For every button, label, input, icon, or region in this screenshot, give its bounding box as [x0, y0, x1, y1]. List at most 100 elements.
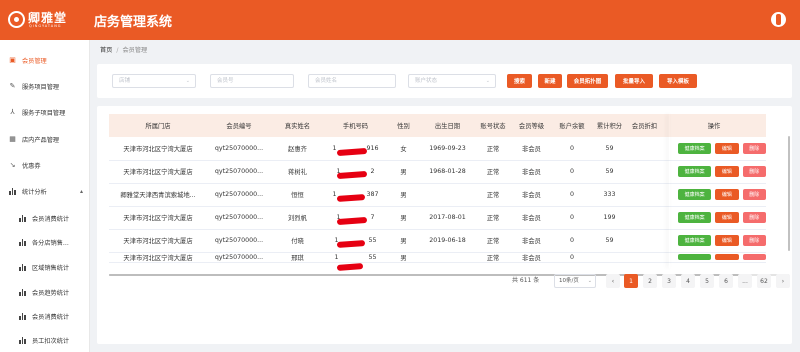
- member-graph-button[interactable]: 会员拓扑图: [567, 74, 608, 88]
- sidebar-item-member-consumption-stats-2[interactable]: 会员消费统计: [0, 306, 90, 326]
- cell-points: 59: [592, 160, 627, 184]
- page-button-5[interactable]: 5: [700, 274, 714, 288]
- delete-button[interactable]: 删除: [742, 212, 766, 223]
- edit-button[interactable]: 编辑: [715, 235, 739, 246]
- sidebar-item-label: 优惠券: [22, 162, 41, 170]
- sidebar-item-label: 服务子项目管理: [22, 109, 66, 117]
- cell-balance: 0: [552, 206, 592, 230]
- bar-chart-icon: [18, 312, 27, 321]
- bar-chart-icon: [18, 288, 27, 297]
- store-select[interactable]: 店铺 ⌄: [112, 74, 196, 88]
- page-ellipsis[interactable]: ...: [738, 274, 752, 288]
- cell-store: 卿雅堂天津西青滨索城地...: [109, 183, 207, 207]
- column-header: 账号状态: [475, 114, 511, 137]
- health-record-button[interactable]: [678, 254, 712, 260]
- cell-name: 蒋树礼: [271, 160, 324, 184]
- cell-member-no: qyt25070000...: [207, 183, 271, 207]
- health-record-button[interactable]: 健康档案: [678, 235, 712, 246]
- edit-button[interactable]: 编辑: [715, 166, 739, 177]
- cell-member-no: qyt25070000...: [207, 160, 271, 184]
- breadcrumb-home[interactable]: 首页: [100, 47, 112, 54]
- member-no-input[interactable]: 会员号: [210, 74, 294, 88]
- prev-page-button[interactable]: ‹: [606, 274, 620, 288]
- sidebar-item-member-management[interactable]: ▣ 会员管理: [0, 50, 90, 70]
- page-size-select[interactable]: 10条/页 ⌄: [554, 274, 596, 288]
- page-button-2[interactable]: 2: [643, 274, 657, 288]
- column-header: 会员折扣: [627, 114, 662, 137]
- column-header: 所属门店: [109, 114, 207, 137]
- sidebar-item-label: 服务项目管理: [22, 83, 60, 91]
- health-record-button[interactable]: 健康档案: [678, 189, 712, 200]
- phone-redaction-mark: [336, 263, 364, 271]
- cell-actions: 健康档案 编辑 删除: [662, 206, 766, 230]
- cell-actions: 健康档案 编辑 删除: [662, 183, 766, 207]
- member-name-placeholder: 会员姓名: [315, 78, 338, 84]
- health-record-button[interactable]: 健康档案: [678, 166, 712, 177]
- cell-discount: [627, 252, 662, 263]
- cell-actions: 健康档案 编辑 删除: [662, 229, 766, 253]
- cell-points: 59: [592, 137, 627, 161]
- sidebar-item-service-projects[interactable]: ✎ 服务项目管理: [0, 76, 90, 96]
- delete-button[interactable]: 删除: [742, 166, 766, 177]
- sidebar-item-store-products[interactable]: ▦ 店内产品管理: [0, 129, 90, 149]
- sidebar-item-label: 各分店销售...: [32, 239, 69, 247]
- table-row[interactable]: 卿雅堂天津西青滨索城地... qyt25070000... 恒恒 1 387 男 …: [109, 183, 766, 207]
- column-header: 真实姓名: [271, 114, 324, 137]
- member-name-input[interactable]: 会员姓名: [308, 74, 396, 88]
- user-avatar[interactable]: [771, 12, 786, 27]
- sidebar-item-coupons[interactable]: ↘ 优惠券: [0, 155, 90, 175]
- delete-button[interactable]: 删除: [742, 142, 766, 154]
- column-header: 会员等级: [511, 114, 552, 137]
- cell-status: 正常: [475, 160, 511, 184]
- page-button-4[interactable]: 4: [681, 274, 695, 288]
- vertical-scrollbar[interactable]: [788, 136, 790, 251]
- page-button-3[interactable]: 3: [662, 274, 676, 288]
- edit-button[interactable]: [715, 254, 739, 260]
- table-row[interactable]: 天津市河北区宁湾大厦店 qyt25070000... 刘烈帆 17 男 2017…: [109, 206, 766, 230]
- page-button-62[interactable]: 62: [757, 274, 771, 288]
- brand-logo[interactable]: 卿雅堂 QINGYATANG: [8, 9, 83, 31]
- cell-discount: [627, 183, 662, 207]
- breadcrumb-separator: /: [116, 47, 119, 54]
- page-button-1[interactable]: 1: [624, 274, 638, 288]
- table-row[interactable]: 天津市河北区宁湾大厦店 qyt25070000... 邢琪 1 55 男 正常 非…: [109, 252, 766, 263]
- phone-prefix: 1: [332, 144, 337, 152]
- account-status-select[interactable]: 账户状态 ⌄: [408, 74, 496, 88]
- page-button-6[interactable]: 6: [719, 274, 733, 288]
- phone-suffix: 55: [368, 253, 377, 261]
- edit-button[interactable]: 编辑: [715, 212, 739, 223]
- health-record-button[interactable]: 健康档案: [678, 212, 712, 223]
- sidebar-item-statistics[interactable]: 统计分析 ▴: [0, 181, 90, 201]
- sidebar-item-member-consumption-stats[interactable]: 会员消费统计: [0, 208, 90, 228]
- top-bar: 卿雅堂 QINGYATANG 店务管理系统: [0, 0, 800, 40]
- table-row[interactable]: 天津市河北区宁湾大厦店 qyt25070000... 付晓 1 55 男 2019…: [109, 229, 766, 253]
- cell-discount: [627, 206, 662, 230]
- next-page-button[interactable]: ›: [776, 274, 790, 288]
- table-row[interactable]: 天津市河北区宁湾大厦店 qyt25070000... 赵惠齐 1 916 女 19…: [109, 137, 766, 161]
- health-record-button[interactable]: 健康档案: [678, 142, 712, 154]
- delete-button[interactable]: 删除: [742, 189, 766, 200]
- add-button[interactable]: 新建: [538, 74, 562, 88]
- chevron-down-icon: ⌄: [485, 78, 490, 84]
- table-row[interactable]: 天津市河北区宁湾大厦店 qyt25070000... 蒋树礼 12 男 1968…: [109, 160, 766, 184]
- app-title: 店务管理系统: [94, 15, 173, 30]
- edit-button[interactable]: 编辑: [715, 189, 739, 200]
- coupon-icon: ↘: [9, 161, 16, 169]
- import-template-button[interactable]: 导入模板: [659, 74, 697, 88]
- sidebar-item-region-sales[interactable]: 区域销售统计: [0, 257, 90, 277]
- sidebar-item-branch-sales[interactable]: 各分店销售...: [0, 232, 90, 252]
- chart-icon: [8, 187, 17, 196]
- member-icon: ▣: [9, 56, 16, 64]
- cell-member-no: qyt25070000...: [207, 206, 271, 230]
- column-header: 会员编号: [207, 114, 271, 137]
- search-button[interactable]: 搜索: [507, 74, 532, 88]
- sidebar-item-service-subprojects[interactable]: ⅄ 服务子项目管理: [0, 102, 90, 122]
- edit-button[interactable]: 编辑: [715, 142, 739, 154]
- sidebar-item-member-trend[interactable]: 会员趋势统计: [0, 282, 90, 302]
- cell-level: 非会员: [511, 137, 552, 161]
- batch-import-button[interactable]: 批量导入: [615, 74, 653, 88]
- delete-button[interactable]: 删除: [742, 235, 766, 246]
- sidebar-item-staff-deduction-stats[interactable]: 员工扣次统计: [0, 330, 90, 350]
- delete-button[interactable]: [742, 254, 766, 260]
- cell-points: 333: [592, 183, 627, 207]
